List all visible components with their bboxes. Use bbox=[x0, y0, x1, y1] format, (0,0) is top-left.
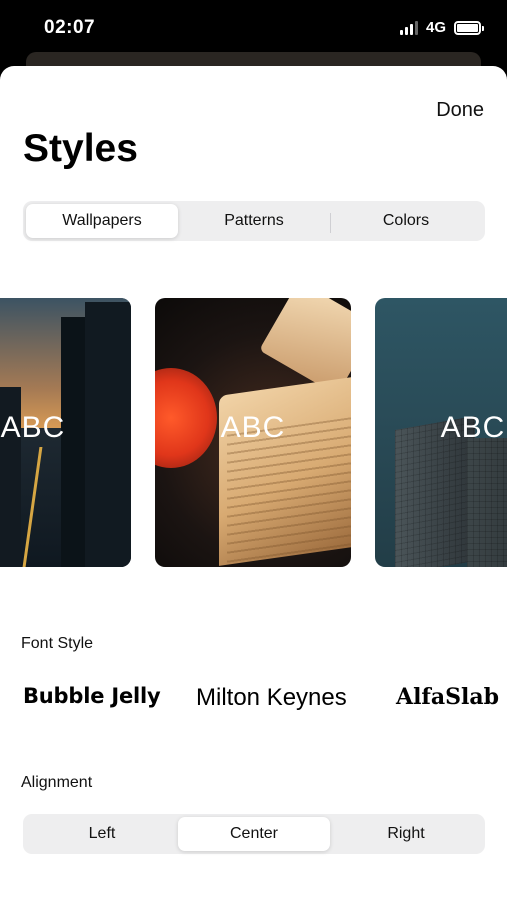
city-road bbox=[22, 447, 43, 567]
align-right-option[interactable]: Right bbox=[330, 817, 482, 851]
alignment-control: Left Center Right bbox=[23, 814, 485, 854]
wallpaper-card-architecture[interactable]: ABC bbox=[375, 298, 507, 567]
style-tabs: Wallpapers Patterns Colors bbox=[23, 201, 485, 241]
battery-icon bbox=[454, 20, 484, 35]
styles-sheet: Done Styles Wallpapers Patterns Colors A… bbox=[0, 66, 507, 900]
alignment-label: Alignment bbox=[21, 774, 93, 791]
wallpaper-preview-text: ABC bbox=[0, 411, 66, 444]
align-left-option[interactable]: Left bbox=[26, 817, 178, 851]
tab-colors[interactable]: Colors bbox=[330, 204, 482, 238]
signal-icon bbox=[399, 20, 418, 35]
wallpaper-carousel[interactable]: ABC ABC ABC bbox=[0, 298, 507, 568]
wallpaper-preview-text: ABC bbox=[220, 411, 286, 444]
done-button[interactable]: Done bbox=[436, 99, 484, 122]
status-time: 02:07 bbox=[44, 17, 96, 38]
page-title: Styles bbox=[23, 127, 138, 170]
wallpaper-card-city[interactable]: ABC bbox=[0, 298, 131, 567]
font-option-milton-keynes[interactable]: Milton Keynes bbox=[196, 684, 347, 712]
font-option-alfaslab[interactable]: AlfaSlab bbox=[396, 684, 499, 710]
status-indicators: 4G bbox=[399, 19, 484, 36]
tab-wallpapers[interactable]: Wallpapers bbox=[26, 204, 178, 238]
network-type: 4G bbox=[425, 19, 446, 36]
align-center-option[interactable]: Center bbox=[178, 817, 330, 851]
font-style-label: Font Style bbox=[21, 635, 94, 652]
font-style-carousel[interactable]: Bubble Jelly Milton Keynes AlfaSlab bbox=[0, 678, 507, 718]
status-bar: 02:07 4G bbox=[0, 0, 507, 56]
tab-patterns[interactable]: Patterns bbox=[178, 204, 330, 238]
wallpaper-card-book[interactable]: ABC bbox=[155, 298, 351, 567]
book-pages bbox=[219, 376, 351, 566]
wallpaper-preview-text: ABC bbox=[440, 411, 506, 444]
font-option-bubble-jelly[interactable]: Bubble Jelly bbox=[23, 684, 161, 708]
